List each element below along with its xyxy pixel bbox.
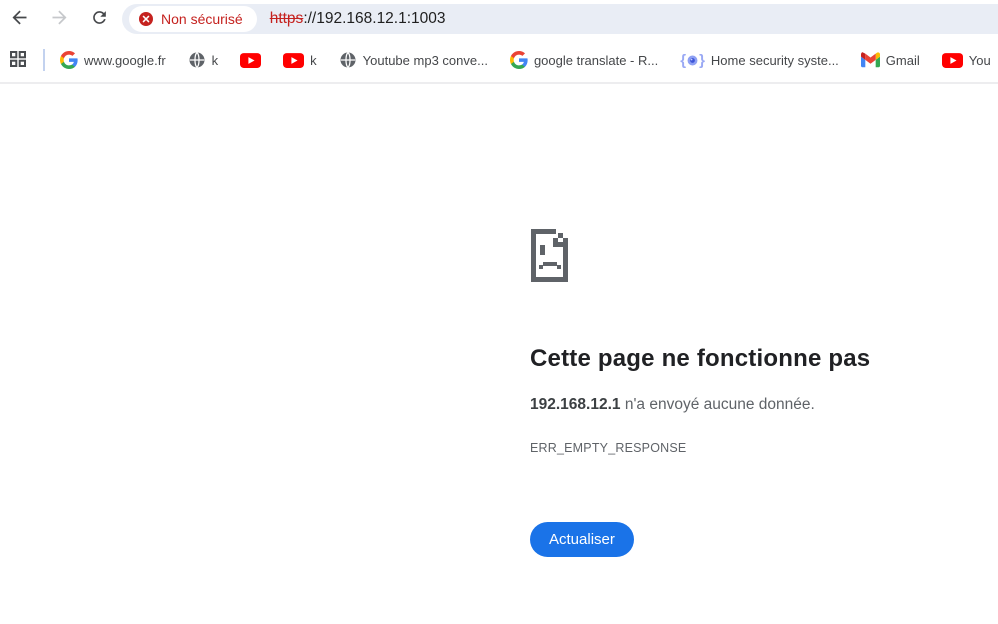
sad-file-icon (530, 229, 960, 287)
url-scheme: https (269, 10, 304, 27)
not-secure-icon (138, 11, 154, 27)
bookmark-item[interactable]: You (941, 52, 991, 68)
youtube-icon (240, 52, 262, 68)
google-g-icon (509, 51, 528, 69)
url-rest: ://192.168.12.1:1003 (303, 10, 446, 27)
youtube-icon (283, 52, 305, 68)
bookmark-label: Gmail (885, 52, 920, 68)
bookmark-item[interactable]: Gmail (860, 51, 920, 70)
url-text: https://192.168.12.1:1003 (270, 10, 446, 28)
bookmark-label: k (211, 52, 219, 68)
security-camera-icon: { } (680, 51, 705, 69)
bookmarks-divider (43, 49, 45, 71)
bookmarks-list: www.google.fr k k Youtube mp3 conve... g… (60, 51, 991, 70)
bookmark-item[interactable]: google translate - R... (509, 51, 659, 69)
forward-icon (49, 7, 70, 31)
apps-grid-button[interactable] (8, 50, 28, 70)
globe-icon (188, 51, 206, 69)
apps-grid-icon (9, 50, 27, 71)
address-bar[interactable]: Non sécurisé https://192.168.12.1:1003 (122, 4, 998, 34)
back-icon (9, 7, 30, 31)
bookmark-label: Youtube mp3 conve... (362, 52, 488, 68)
error-message: 192.168.12.1 n'a envoyé aucune donnée. (530, 396, 960, 414)
bookmark-item[interactable]: Youtube mp3 conve... (339, 51, 488, 69)
youtube-icon (941, 52, 963, 68)
bookmark-item[interactable]: k (283, 53, 317, 68)
bookmark-label: google translate - R... (533, 52, 659, 68)
reload-icon (90, 8, 109, 30)
bookmark-label: k (310, 52, 317, 68)
google-g-icon (60, 51, 78, 69)
bookmark-item[interactable]: k (188, 51, 219, 69)
reload-page-button[interactable]: Actualiser (530, 522, 634, 557)
error-code: ERR_EMPTY_RESPONSE (530, 441, 687, 455)
bookmark-item[interactable]: { } Home security syste... (680, 53, 839, 68)
reload-button[interactable] (82, 2, 116, 36)
bookmarks-bar: www.google.fr k k Youtube mp3 conve... g… (0, 38, 998, 84)
forward-button[interactable] (42, 2, 76, 36)
globe-icon (339, 51, 357, 69)
error-page: Cette page ne fonctionne pas 192.168.12.… (530, 229, 960, 557)
browser-toolbar: Non sécurisé https://192.168.12.1:1003 (0, 0, 998, 38)
security-chip-label: Non sécurisé (161, 11, 243, 27)
bookmark-item[interactable]: www.google.fr (60, 51, 166, 69)
bookmark-label: www.google.fr (84, 52, 166, 68)
error-title: Cette page ne fonctionne pas (530, 345, 871, 372)
gmail-icon (860, 51, 880, 70)
security-chip[interactable]: Non sécurisé (129, 6, 257, 32)
error-message-rest: n'a envoyé aucune donnée. (620, 396, 815, 413)
bookmark-label: You (968, 52, 991, 68)
bookmark-label: Home security syste... (710, 52, 839, 68)
error-host: 192.168.12.1 (530, 396, 621, 413)
back-button[interactable] (2, 2, 36, 36)
bookmark-item[interactable] (240, 52, 262, 68)
